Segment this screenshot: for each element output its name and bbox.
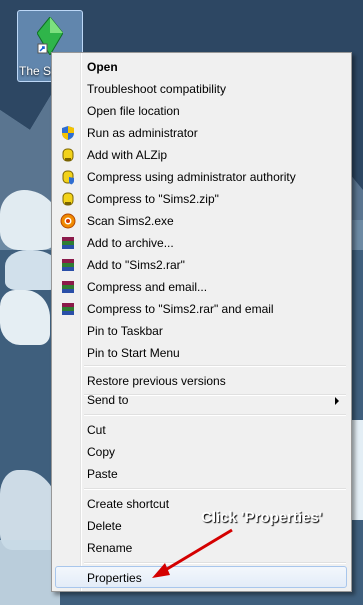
menu-item-label: Add to archive...	[87, 236, 174, 250]
menu-item-label: Scan Sims2.exe	[87, 214, 174, 228]
antivirus-icon	[60, 213, 76, 229]
menu-separator	[84, 488, 346, 490]
winrar-icon	[62, 303, 74, 315]
menu-item-add-to-archive[interactable]: Add to archive...	[55, 232, 347, 254]
menu-item-cut[interactable]: Cut	[55, 419, 347, 441]
menu-item-troubleshoot-compatibility[interactable]: Troubleshoot compatibility	[55, 78, 347, 100]
menu-item-add-with-alzip[interactable]: Add with ALZip	[55, 144, 347, 166]
menu-item-pin-to-start-menu[interactable]: Pin to Start Menu	[55, 342, 347, 364]
menu-item-compress-to-zip[interactable]: Compress to "Sims2.zip"	[55, 188, 347, 210]
menu-item-label: Create shortcut	[87, 497, 170, 511]
menu-item-run-as-administrator[interactable]: Run as administrator	[55, 122, 347, 144]
menu-item-label: Delete	[87, 519, 122, 533]
menu-item-properties[interactable]: Properties	[55, 566, 347, 588]
menu-item-paste[interactable]: Paste	[55, 463, 347, 485]
menu-item-label: Add to "Sims2.rar"	[87, 258, 185, 272]
uac-shield-icon	[62, 126, 74, 140]
submenu-arrow-icon	[335, 397, 339, 405]
alzip-shield-icon	[62, 170, 74, 185]
menu-item-label: Compress using administrator authority	[87, 170, 296, 184]
menu-item-label: Open file location	[87, 104, 180, 118]
annotation-callout-text: Click 'Properties'	[201, 509, 323, 526]
menu-item-scan[interactable]: Scan Sims2.exe	[55, 210, 347, 232]
menu-item-label: Compress to "Sims2.zip"	[87, 192, 219, 206]
menu-item-label: Rename	[87, 541, 133, 555]
menu-item-copy[interactable]: Copy	[55, 441, 347, 463]
menu-item-label: Add with ALZip	[87, 148, 168, 162]
menu-item-label: Copy	[87, 445, 116, 459]
menu-item-label: Pin to Taskbar	[87, 324, 163, 338]
menu-item-label: Paste	[87, 467, 118, 481]
sims-plumbob-icon	[37, 17, 63, 55]
winrar-icon	[62, 237, 74, 249]
menu-item-send-to[interactable]: Send to	[55, 389, 347, 411]
menu-item-label: Troubleshoot compatibility	[87, 82, 226, 96]
menu-item-label: Run as administrator	[87, 126, 198, 140]
menu-item-compress-admin-authority[interactable]: Compress using administrator authority	[55, 166, 347, 188]
menu-item-label: Open	[87, 60, 118, 74]
menu-item-open-file-location[interactable]: Open file location	[55, 100, 347, 122]
ice-floe	[0, 290, 50, 345]
alzip-icon	[62, 192, 74, 206]
menu-item-rename[interactable]: Rename	[55, 537, 347, 559]
winrar-icon	[62, 259, 74, 271]
menu-item-label: Properties	[87, 571, 142, 585]
menu-item-add-to-rar[interactable]: Add to "Sims2.rar"	[55, 254, 347, 276]
menu-item-label: Compress and email...	[87, 280, 208, 294]
menu-separator	[84, 562, 346, 564]
alzip-icon	[62, 148, 74, 162]
menu-separator	[84, 365, 346, 367]
menu-item-open[interactable]: Open	[55, 56, 347, 78]
menu-item-compress-to-rar-and-email[interactable]: Compress to "Sims2.rar" and email	[55, 298, 347, 320]
menu-item-label: Pin to Start Menu	[87, 346, 180, 360]
menu-item-label: Send to	[87, 393, 129, 407]
menu-item-label: Cut	[87, 423, 106, 437]
menu-item-compress-and-email[interactable]: Compress and email...	[55, 276, 347, 298]
winrar-icon	[62, 281, 74, 293]
menu-separator	[84, 414, 346, 416]
menu-item-label: Compress to "Sims2.rar" and email	[87, 302, 274, 316]
menu-item-pin-to-taskbar[interactable]: Pin to Taskbar	[55, 320, 347, 342]
